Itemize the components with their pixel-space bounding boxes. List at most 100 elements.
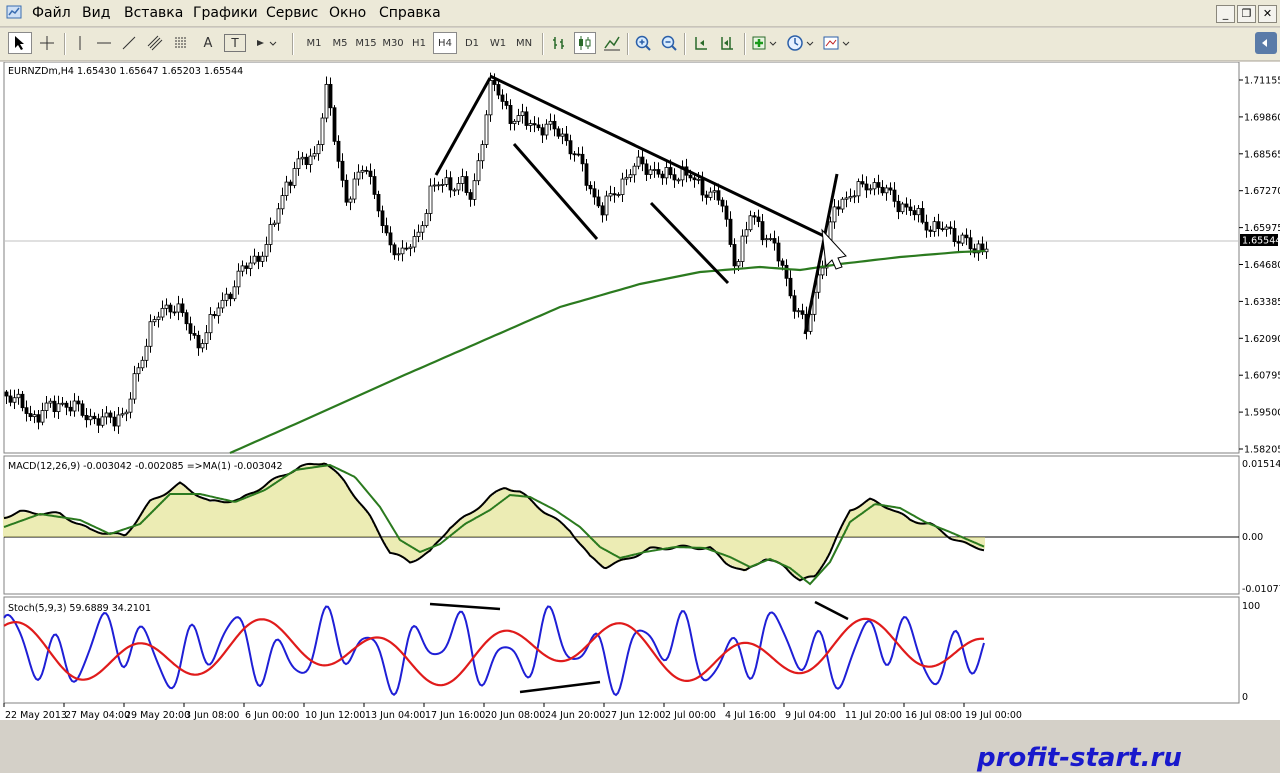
candle-body — [16, 393, 21, 399]
macd-pane[interactable] — [3, 455, 1240, 595]
horizontal-line-icon — [97, 42, 111, 44]
macd-tick-zero: 0.00 — [1242, 532, 1263, 543]
candle-body — [692, 177, 697, 181]
timeframe-h1[interactable]: H1 — [409, 32, 429, 54]
stochastic-pane[interactable] — [3, 596, 1240, 704]
auto-scroll-button[interactable] — [690, 32, 712, 54]
vertical-line-button[interactable] — [70, 32, 90, 54]
candle-body — [240, 265, 245, 272]
menu-insert[interactable]: Вставка — [124, 4, 183, 22]
timeframe-m1[interactable]: M1 — [304, 32, 324, 54]
candle-body — [920, 208, 925, 223]
timeframe-m5[interactable]: M5 — [330, 32, 350, 54]
minimize-button[interactable]: _ — [1216, 5, 1235, 23]
candle-body — [952, 228, 957, 243]
chart-canvas[interactable]: EURNZDm,H4 1.65430 1.65647 1.65203 1.655… — [0, 61, 1280, 721]
zoom-out-button[interactable] — [658, 32, 680, 54]
templates-menu-button[interactable] — [821, 32, 853, 54]
time-tick-label: 13 Jun 04:00 — [365, 710, 425, 720]
arrows-menu-button[interactable] — [252, 32, 280, 54]
close-button[interactable]: ✕ — [1258, 5, 1277, 23]
candle-body — [836, 206, 841, 210]
candle-body — [584, 163, 589, 186]
trendline-button[interactable] — [118, 32, 140, 54]
menu-window[interactable]: Окно — [329, 4, 366, 22]
candle-body — [76, 400, 81, 405]
add-indicator-icon — [752, 36, 777, 50]
candle-body — [188, 323, 193, 334]
restore-button[interactable]: ❐ — [1237, 5, 1256, 23]
indicators-menu-button[interactable] — [750, 32, 780, 54]
candle-body — [604, 195, 609, 216]
menu-file[interactable]: Файл — [32, 4, 71, 22]
candle-body — [400, 247, 405, 255]
time-tick-label: 3 Jun 08:00 — [185, 710, 239, 720]
candle-body — [528, 123, 533, 126]
bar-chart-button[interactable] — [548, 32, 570, 54]
menu-help[interactable]: Справка — [379, 4, 441, 22]
timeframe-m15[interactable]: M15 — [354, 32, 378, 54]
candle-body — [68, 406, 73, 412]
candle-body — [652, 169, 657, 171]
price-tick-label: 1.67270 — [1244, 186, 1280, 197]
timeframe-w1[interactable]: W1 — [488, 32, 508, 54]
time-tick-label: 29 May 20:00 — [125, 710, 190, 720]
candle-body — [496, 84, 501, 96]
macd-header: MACD(12,26,9) -0.003042 -0.002085 =>MA(1… — [8, 461, 283, 472]
candle-body — [932, 221, 937, 232]
candle-body — [592, 188, 597, 198]
time-tick-label: 27 May 04:00 — [65, 710, 130, 720]
candle-body — [636, 156, 641, 167]
candle-body — [532, 123, 537, 126]
periods-menu-button[interactable] — [785, 32, 817, 54]
candle-body — [600, 205, 605, 216]
menu-charts[interactable]: Графики — [193, 4, 258, 22]
candle-body — [380, 210, 385, 227]
zoom-in-button[interactable] — [632, 32, 654, 54]
candle-body — [556, 128, 561, 137]
candle-body — [80, 403, 85, 416]
fibonacci-button[interactable] — [170, 32, 192, 54]
line-chart-button[interactable] — [601, 32, 623, 54]
candle-body — [832, 206, 837, 223]
channel-icon — [147, 35, 163, 51]
candle-body — [184, 312, 189, 325]
candle-body — [848, 196, 853, 199]
chart-window[interactable]: EURNZDm,H4 1.65430 1.65647 1.65203 1.655… — [0, 61, 1280, 773]
candle-body — [672, 174, 677, 181]
candle-body — [320, 117, 325, 145]
crosshair-tool-button[interactable] — [36, 32, 58, 54]
timeframe-m30[interactable]: M30 — [381, 32, 405, 54]
timeframe-d1[interactable]: D1 — [462, 32, 482, 54]
text-label-button[interactable]: T — [224, 34, 246, 52]
menu-view[interactable]: Вид — [82, 4, 110, 22]
candle-body — [368, 170, 373, 177]
time-tick-label: 20 Jun 08:00 — [485, 710, 545, 720]
timeframe-mn[interactable]: MN — [513, 32, 535, 54]
candle-body — [676, 179, 681, 182]
candle-body — [108, 412, 113, 418]
candle-body — [552, 120, 557, 130]
candle-body — [512, 120, 517, 124]
candle-body — [28, 413, 33, 418]
horizontal-line-button[interactable] — [94, 32, 114, 54]
text-tool-button[interactable]: A — [198, 32, 218, 54]
channel-button[interactable] — [144, 32, 166, 54]
chart-shift-button[interactable] — [716, 32, 738, 54]
fibonacci-icon — [175, 37, 187, 48]
timeframe-h4[interactable]: H4 — [433, 32, 457, 54]
candle-body — [456, 183, 461, 191]
candlestick-button[interactable] — [574, 32, 596, 54]
cursor-tool-button[interactable] — [8, 32, 32, 54]
candle-body — [72, 400, 77, 412]
candle-body — [180, 303, 185, 314]
candle-body — [876, 182, 881, 188]
candle-body — [136, 367, 141, 375]
candle-body — [348, 198, 353, 203]
side-panel-button[interactable] — [1255, 32, 1277, 54]
main-price-pane[interactable] — [3, 61, 1240, 454]
candle-body — [352, 178, 357, 200]
candle-body — [312, 153, 317, 157]
candle-body — [464, 176, 469, 193]
menu-tools[interactable]: Сервис — [266, 4, 318, 22]
